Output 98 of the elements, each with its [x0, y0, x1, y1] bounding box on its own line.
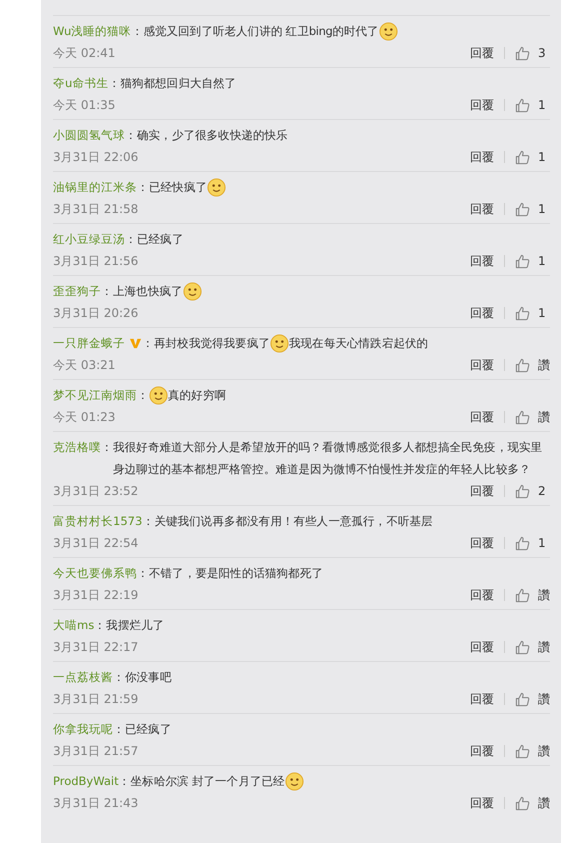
- reply-link[interactable]: 回覆: [470, 96, 494, 114]
- colon-separator: ：: [101, 283, 113, 300]
- colon-separator: ：: [142, 335, 154, 352]
- like-count: 3: [538, 46, 547, 60]
- colon-separator: ：: [125, 127, 137, 144]
- comment-text: 感觉又回到了听老人们讲的 红卫bing的时代了: [143, 23, 379, 40]
- like-count: 1: [538, 306, 547, 320]
- like-icon[interactable]: [515, 150, 530, 164]
- smiley-emoji-icon: [378, 22, 398, 41]
- like-icon[interactable]: [515, 796, 530, 810]
- colon-separator: ：: [108, 75, 120, 92]
- reply-link[interactable]: 回覆: [470, 586, 494, 604]
- colon-separator: ：: [125, 231, 137, 248]
- timestamp: 3月31日 22:54: [53, 534, 140, 552]
- reply-link[interactable]: 回覆: [470, 482, 494, 500]
- like-count: 1: [538, 536, 547, 550]
- verified-badge-icon: [129, 337, 142, 350]
- like-icon[interactable]: [515, 254, 530, 268]
- like-count: 讚: [538, 356, 550, 374]
- like-count: 讚: [538, 638, 550, 656]
- comment-text: 真的好穷啊: [168, 387, 226, 404]
- timestamp: 3月31日 21:56: [53, 252, 140, 270]
- comment-text: 我摆烂儿了: [106, 617, 164, 634]
- smiley-emoji-icon: [182, 282, 202, 301]
- comment-text: 你没事吧: [125, 669, 172, 686]
- reply-link[interactable]: 回覆: [470, 44, 494, 62]
- like-count: 讚: [538, 408, 550, 426]
- colon-separator: ：: [131, 23, 144, 40]
- like-icon[interactable]: [515, 692, 530, 706]
- comment-text: 坐标哈尔滨 封了一个月了已经: [130, 773, 285, 790]
- comment-text: 上海也快疯了: [113, 283, 183, 300]
- comment-text: 不错了，要是阳性的话猫狗都死了: [149, 565, 324, 582]
- comment-text: 已经快疯了: [149, 179, 208, 196]
- comment-text: 我现在每天心情跌宕起伏的: [289, 335, 428, 352]
- timestamp: 今天 02:41: [53, 44, 116, 62]
- reply-link[interactable]: 回覆: [470, 742, 494, 760]
- colon-separator: ：: [101, 439, 113, 456]
- reply-link[interactable]: 回覆: [470, 534, 494, 552]
- colon-separator: ：: [113, 669, 125, 686]
- colon-separator: ：: [137, 565, 149, 582]
- comment-text: 确实，少了很多收快递的快乐: [137, 127, 288, 144]
- reply-link[interactable]: 回覆: [470, 148, 494, 166]
- like-count: 讚: [538, 742, 550, 760]
- comment-text: 再封校我觉得我要疯了: [154, 335, 270, 352]
- like-count: 讚: [538, 794, 550, 812]
- timestamp: 3月31日 20:26: [53, 304, 140, 322]
- timestamp: 3月31日 23:52: [53, 482, 140, 500]
- reply-link[interactable]: 回覆: [470, 690, 494, 708]
- timestamp: 3月31日 21:58: [53, 200, 140, 218]
- like-count: 2: [538, 484, 547, 498]
- timestamp: 今天 01:23: [53, 408, 116, 426]
- reply-link[interactable]: 回覆: [470, 638, 494, 656]
- colon-separator: ：: [118, 773, 131, 790]
- like-count: 讚: [538, 586, 550, 604]
- timestamp: 3月31日 22:17: [53, 638, 140, 656]
- colon-separator: ：: [137, 179, 149, 196]
- like-count: 1: [538, 150, 547, 164]
- timestamp: 今天 03:21: [53, 356, 116, 374]
- like-icon[interactable]: [515, 536, 530, 550]
- timestamp: 3月31日 21:57: [53, 742, 140, 760]
- like-count: 1: [538, 254, 547, 268]
- reply-link[interactable]: 回覆: [470, 794, 494, 812]
- timestamp: 3月31日 22:06: [53, 148, 140, 166]
- like-icon[interactable]: [515, 98, 530, 112]
- comment-text: 我很好奇难道大部分人是希望放开的吗？看微博感觉很多人都想搞全民免疫，现实里身边聊过的基本都想严格管控。难道是因为微博不怕慢性并发症的年轻人比较多？: [113, 439, 544, 478]
- like-count: 1: [538, 98, 547, 112]
- comment-text: 已经疯了: [137, 231, 184, 248]
- like-icon[interactable]: [515, 306, 530, 320]
- like-icon[interactable]: [515, 588, 530, 602]
- smiley-emoji-icon: [207, 178, 226, 197]
- comment-text: 关键我们说再多都没有用！有些人一意孤行，不听基层: [154, 513, 433, 530]
- timestamp: 3月31日 21:59: [53, 690, 140, 708]
- like-icon[interactable]: [515, 358, 530, 372]
- timestamp: 今天 01:35: [53, 96, 116, 114]
- reply-link[interactable]: 回覆: [470, 304, 494, 322]
- like-icon[interactable]: [515, 202, 530, 216]
- like-icon[interactable]: [515, 484, 530, 498]
- like-count: 讚: [538, 690, 550, 708]
- smiley-emoji-icon: [270, 334, 290, 353]
- reply-link[interactable]: 回覆: [470, 356, 494, 374]
- like-count: 1: [538, 202, 547, 216]
- reply-link[interactable]: 回覆: [470, 200, 494, 218]
- like-icon[interactable]: [515, 46, 530, 60]
- smiley-emoji-icon: [284, 772, 304, 791]
- comment-text: 已经疯了: [125, 721, 172, 738]
- colon-separator: ：: [137, 387, 149, 404]
- timestamp: 3月31日 22:19: [53, 586, 140, 604]
- like-icon[interactable]: [515, 410, 530, 424]
- colon-separator: ：: [94, 617, 106, 634]
- like-icon[interactable]: [515, 744, 530, 758]
- like-icon[interactable]: [515, 640, 530, 654]
- comment-text: 猫狗都想回归大自然了: [120, 75, 236, 92]
- colon-separator: ：: [142, 513, 154, 530]
- reply-link[interactable]: 回覆: [470, 252, 494, 270]
- timestamp: 3月31日 21:43: [53, 794, 140, 812]
- reply-link[interactable]: 回覆: [470, 408, 494, 426]
- smiley-emoji-icon: [149, 386, 168, 405]
- colon-separator: ：: [113, 721, 125, 738]
